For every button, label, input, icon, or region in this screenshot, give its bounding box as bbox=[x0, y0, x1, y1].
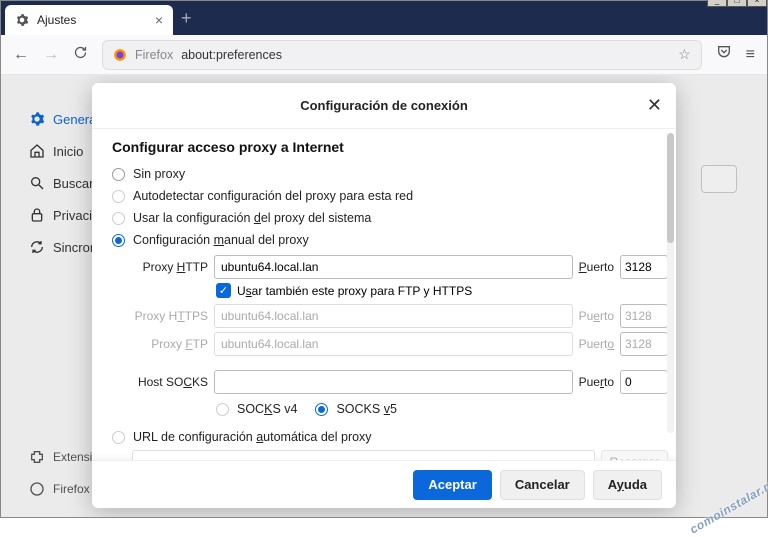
tab-title: Ajustes bbox=[37, 13, 76, 27]
modal-body: Configurar acceso proxy a Internet Sin p… bbox=[92, 129, 676, 460]
port-label: Puerto bbox=[579, 375, 614, 389]
address-url: about:preferences bbox=[181, 48, 282, 62]
radio-no-proxy[interactable]: Sin proxy bbox=[112, 163, 668, 185]
radio-icon bbox=[112, 431, 125, 444]
radio-label: Autodetectar configuración del proxy par… bbox=[133, 189, 413, 203]
back-button[interactable]: ← bbox=[13, 46, 29, 64]
socks-host-input[interactable] bbox=[214, 370, 573, 394]
save-to-pocket-icon[interactable] bbox=[716, 44, 732, 65]
tab-strip: _ □ × Ajustes × + bbox=[1, 1, 767, 35]
close-icon[interactable]: ✕ bbox=[647, 95, 662, 116]
reload-pac-button: Recargar bbox=[601, 450, 668, 460]
https-proxy-row: Proxy HTTPS Puerto bbox=[132, 304, 668, 328]
port-label: Puerto bbox=[579, 260, 614, 274]
https-proxy-port-input bbox=[620, 304, 668, 328]
radio-icon bbox=[216, 403, 229, 416]
close-window-button[interactable]: × bbox=[747, 0, 767, 7]
checkbox-icon: ✓ bbox=[216, 283, 231, 298]
use-for-all-row[interactable]: ✓ Usar también este proxy para FTP y HTT… bbox=[216, 283, 668, 298]
ftp-proxy-label: Proxy FTP bbox=[132, 337, 208, 351]
address-bar[interactable]: Firefox about:preferences ☆ bbox=[102, 40, 702, 70]
ftp-proxy-host-input bbox=[214, 332, 573, 356]
https-proxy-host-input bbox=[214, 304, 573, 328]
new-tab-button[interactable]: + bbox=[181, 8, 192, 35]
radio-label: Sin proxy bbox=[133, 167, 185, 181]
socks-host-label: Host SOCKS bbox=[132, 375, 208, 389]
modal-title: Configuración de conexión bbox=[300, 98, 468, 113]
radio-icon bbox=[112, 168, 125, 181]
bookmark-star-icon[interactable]: ☆ bbox=[678, 46, 691, 63]
scrollbar[interactable] bbox=[667, 133, 674, 433]
radio-socks5[interactable]: SOCKS v5 bbox=[315, 402, 396, 416]
auto-url-input[interactable] bbox=[132, 450, 595, 460]
firefox-icon bbox=[113, 48, 127, 62]
help-button[interactable]: Ayuda bbox=[593, 470, 662, 500]
window: _ □ × Ajustes × + ← → Firefox about:pref… bbox=[0, 0, 768, 518]
ftp-proxy-row: Proxy FTP Puerto bbox=[132, 332, 668, 356]
connection-settings-modal: Configuración de conexión ✕ Configurar a… bbox=[92, 83, 676, 508]
modal-footer: Aceptar Cancelar Ayuda bbox=[92, 460, 676, 508]
radio-label: SOCKS v5 bbox=[336, 402, 396, 416]
http-proxy-row: Proxy HTTP Puerto bbox=[132, 255, 668, 279]
radio-icon bbox=[112, 190, 125, 203]
port-label: Puerto bbox=[579, 309, 614, 323]
auto-url-row: Recargar bbox=[132, 450, 668, 460]
address-prefix: Firefox bbox=[135, 48, 173, 62]
modal-header: Configuración de conexión ✕ bbox=[92, 83, 676, 129]
radio-auto-detect[interactable]: Autodetectar configuración del proxy par… bbox=[112, 185, 668, 207]
port-label: Puerto bbox=[579, 337, 614, 351]
toolbar: ← → Firefox about:preferences ☆ ≡ bbox=[1, 35, 767, 75]
checkbox-label: Usar también este proxy para FTP y HTTPS bbox=[237, 284, 472, 298]
ftp-proxy-port-input bbox=[620, 332, 668, 356]
radio-label: Usar la configuración del proxy del sist… bbox=[133, 211, 371, 225]
forward-button[interactable]: → bbox=[43, 46, 59, 64]
socks-port-input[interactable] bbox=[620, 370, 668, 394]
radio-manual-proxy[interactable]: Configuración manual del proxy bbox=[112, 229, 668, 251]
accept-button[interactable]: Aceptar bbox=[413, 470, 491, 500]
proxy-form: Proxy HTTP Puerto ✓ Usar también este pr… bbox=[132, 255, 668, 420]
radio-auto-url[interactable]: URL de configuración automática del prox… bbox=[112, 426, 668, 448]
menu-button[interactable]: ≡ bbox=[746, 46, 755, 64]
scrollbar-thumb[interactable] bbox=[667, 133, 674, 243]
socks-host-row: Host SOCKS Puerto bbox=[132, 370, 668, 394]
http-proxy-label: Proxy HTTP bbox=[132, 260, 208, 274]
radio-label: URL de configuración automática del prox… bbox=[133, 430, 372, 444]
socks-version-row: SOCKS v4 SOCKS v5 bbox=[216, 398, 668, 420]
modal-overlay: Configuración de conexión ✕ Configurar a… bbox=[1, 75, 767, 517]
close-tab-icon[interactable]: × bbox=[155, 12, 163, 28]
maximize-button[interactable]: □ bbox=[727, 0, 747, 7]
radio-label: Configuración manual del proxy bbox=[133, 233, 309, 247]
radio-socks4[interactable]: SOCKS v4 bbox=[216, 402, 297, 416]
minimize-button[interactable]: _ bbox=[707, 0, 727, 7]
window-controls: _ □ × bbox=[707, 0, 767, 7]
radio-label: SOCKS v4 bbox=[237, 402, 297, 416]
http-proxy-port-input[interactable] bbox=[620, 255, 668, 279]
cancel-button[interactable]: Cancelar bbox=[500, 470, 585, 500]
radio-icon bbox=[112, 212, 125, 225]
http-proxy-host-input[interactable] bbox=[214, 255, 573, 279]
section-title: Configurar acceso proxy a Internet bbox=[112, 139, 668, 155]
radio-system-proxy[interactable]: Usar la configuración del proxy del sist… bbox=[112, 207, 668, 229]
browser-tab[interactable]: Ajustes × bbox=[5, 5, 173, 35]
https-proxy-label: Proxy HTTPS bbox=[132, 309, 208, 323]
reload-button[interactable] bbox=[73, 45, 88, 65]
reload-icon bbox=[73, 45, 88, 60]
gear-icon bbox=[15, 13, 29, 27]
radio-icon bbox=[112, 234, 125, 247]
radio-icon bbox=[315, 403, 328, 416]
content-area: General Inicio Buscar Privacidad Sincron… bbox=[1, 75, 767, 517]
